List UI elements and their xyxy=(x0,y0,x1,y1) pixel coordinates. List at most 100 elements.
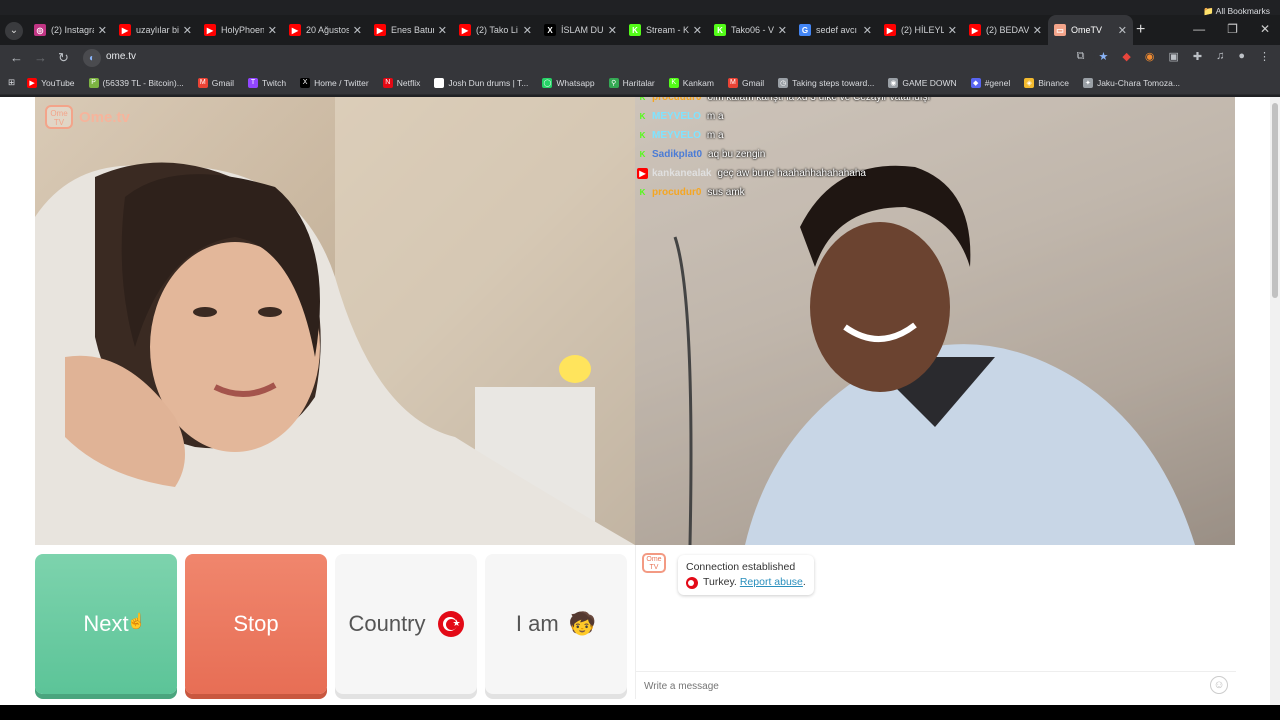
ometv-page: Ome TV Ome.tv Kprocudur0 olm kafam karışt… xyxy=(0,97,1270,705)
all-bookmarks-folder[interactable]: 📁 All Bookmarks xyxy=(1203,6,1270,17)
bookmark-label: (56339 TL - Bitcoin)... xyxy=(102,77,184,88)
tab-close-icon[interactable]: ✕ xyxy=(608,24,617,37)
kick-icon: K xyxy=(639,131,646,140)
bookmark-item[interactable]: ◷ Taking steps toward... xyxy=(778,77,874,88)
browser-tab[interactable]: ▶ (2) Tako Li ✕ xyxy=(453,15,538,45)
menu-kebab-icon[interactable]: ⋮ xyxy=(1259,50,1270,63)
message-input[interactable] xyxy=(642,677,1202,695)
address-bar[interactable]: ◐ ome.tv xyxy=(80,47,1095,69)
tab-favicon-icon: K xyxy=(629,24,641,36)
browser-tab[interactable]: K Stream - K ✕ xyxy=(623,15,708,45)
profile-avatar-icon[interactable]: ● xyxy=(1238,50,1245,63)
bookmark-favicon-icon: P xyxy=(88,77,99,88)
bookmark-star-icon[interactable]: ★ xyxy=(1099,50,1109,63)
bookmark-item[interactable]: ⚲ Haritalar xyxy=(608,77,655,88)
chat-username: MEYVELO xyxy=(652,111,701,122)
new-tab-plus-icon[interactable]: + xyxy=(1136,21,1145,39)
extension-icon[interactable]: ▣ xyxy=(1168,50,1178,63)
reload-icon[interactable]: ↻ xyxy=(58,50,69,66)
bookmark-item[interactable]: ◈ Binance xyxy=(1024,77,1069,88)
forward-arrow-icon[interactable]: → xyxy=(34,50,47,65)
bookmark-label: Haritalar xyxy=(622,77,655,88)
tab-favicon-icon: ▭ xyxy=(1054,24,1066,36)
bookmark-item[interactable]: ◯ Whatsapp xyxy=(542,77,595,88)
tab-close-icon[interactable]: ✕ xyxy=(948,24,957,37)
tab-favicon-icon: ▶ xyxy=(969,24,981,36)
stream-chat-overlay: Kprocudur0 olm kafam karıştı la xd 3 ülke… xyxy=(637,97,937,205)
next-button[interactable]: Next xyxy=(35,554,177,694)
system-message: Ome TV Connection established Turkey. Rep… xyxy=(642,553,814,595)
chat-username: Sadikplat0 xyxy=(652,149,703,160)
report-abuse-link[interactable]: Report abuse xyxy=(740,575,803,590)
tab-close-icon[interactable]: ✕ xyxy=(353,24,362,37)
bookmark-label: GAME DOWN xyxy=(902,77,957,88)
extension-icon[interactable]: ◉ xyxy=(1145,50,1155,63)
tab-close-icon[interactable]: ✕ xyxy=(693,24,702,37)
stop-button[interactable]: Stop xyxy=(185,554,327,694)
extension-icon[interactable]: ◆ xyxy=(1122,50,1130,63)
bookmark-item[interactable]: M Gmail xyxy=(197,77,234,88)
chat-username: kankanealak xyxy=(652,168,712,179)
tab-title: sedef avcı xyxy=(816,25,858,35)
bookmark-item[interactable]: ✦ Jaku-Chara Tomoza... xyxy=(1082,77,1180,88)
back-arrow-icon[interactable]: ← xyxy=(10,50,23,65)
bookmark-item[interactable]: N Netflix xyxy=(382,77,421,88)
tab-search-chevron-icon[interactable]: ⌄ xyxy=(5,22,23,40)
browser-tab[interactable]: ▶ (2) HİLEYL ✕ xyxy=(878,15,963,45)
tab-close-icon[interactable]: ✕ xyxy=(438,24,447,37)
tab-close-icon[interactable]: ✕ xyxy=(1118,24,1127,37)
extensions-puzzle-icon[interactable]: ✚ xyxy=(1193,50,1202,63)
message-input-row: ☺ xyxy=(636,671,1236,699)
browser-tab[interactable]: ◎ (2) Instagra ✕ xyxy=(28,15,113,45)
ometv-logo[interactable]: Ome TV Ome.tv xyxy=(45,105,130,129)
page-scrollbar[interactable] xyxy=(1270,97,1280,705)
tab-close-icon[interactable]: ✕ xyxy=(523,24,532,37)
browser-tab[interactable]: ▶ uzaylılar bi ✕ xyxy=(113,15,198,45)
kick-icon: K xyxy=(639,97,646,102)
report-suffix: . xyxy=(802,576,806,588)
close-window-icon[interactable]: ✕ xyxy=(1260,22,1270,36)
tab-close-icon[interactable]: ✕ xyxy=(778,24,787,37)
bookmark-item[interactable]: P (56339 TL - Bitcoin)... xyxy=(88,77,184,88)
browser-tab[interactable]: K Tako06 - V ✕ xyxy=(708,15,793,45)
gender-button[interactable]: I am 🧒 xyxy=(485,554,627,694)
bottom-strip xyxy=(0,705,1280,720)
tab-close-icon[interactable]: ✕ xyxy=(268,24,277,37)
boy-face-icon: 🧒 xyxy=(568,611,597,636)
stream-chat-line: Kprocudur0 sus amk xyxy=(637,186,937,199)
scrollbar-thumb[interactable] xyxy=(1272,103,1278,298)
browser-tab[interactable]: X İSLAM DU ✕ xyxy=(538,15,623,45)
bookmark-item[interactable]: ♪ Josh Dun drums | T... xyxy=(434,77,529,88)
country-button[interactable]: Country ★ xyxy=(335,554,477,694)
turkey-flag-icon: ★ xyxy=(437,611,464,637)
bookmarks-bar: ⊞ ▶ YouTube P (56339 TL - Bitcoin)... M Gmail… xyxy=(0,71,1280,95)
browser-tab[interactable]: ▭ OmeTV ✕ xyxy=(1048,15,1133,45)
emoji-icon[interactable]: ☺ xyxy=(1210,676,1228,694)
bookmark-item[interactable]: T Twitch xyxy=(248,77,286,88)
install-app-icon[interactable]: ⧉ xyxy=(1077,50,1085,63)
browser-tab[interactable]: ▶ (2) BEDAV ✕ xyxy=(963,15,1048,45)
browser-tab[interactable]: ▶ Enes Batur ✕ xyxy=(368,15,453,45)
tab-close-icon[interactable]: ✕ xyxy=(1033,24,1042,37)
connection-bubble: Connection established Turkey. Report ab… xyxy=(678,555,814,595)
bookmark-item[interactable]: ◉ GAME DOWN xyxy=(888,77,957,88)
bookmark-item[interactable]: M Gmail xyxy=(727,77,764,88)
restore-icon[interactable]: ❐ xyxy=(1227,22,1238,36)
minimize-icon[interactable]: — xyxy=(1193,22,1205,36)
tab-close-icon[interactable]: ✕ xyxy=(98,24,107,37)
browser-tab[interactable]: ▶ HolyPhoen ✕ xyxy=(198,15,283,45)
media-controls-icon[interactable]: ♫ xyxy=(1216,50,1224,63)
bookmark-item[interactable]: K Kankam xyxy=(668,77,714,88)
browser-tab[interactable]: ▶ 20 Ağustos ✕ xyxy=(283,15,368,45)
bookmark-label: Josh Dun drums | T... xyxy=(448,77,529,88)
browser-tab[interactable]: Gsedef avcı ✕ xyxy=(793,15,878,45)
bookmark-item[interactable]: ◆ #genel xyxy=(970,77,1010,88)
tab-close-icon[interactable]: ✕ xyxy=(183,24,192,37)
tab-close-icon[interactable]: ✕ xyxy=(863,24,872,37)
bookmark-item[interactable]: ▶ YouTube xyxy=(27,77,75,88)
apps-grid-icon[interactable]: ⊞ xyxy=(8,77,15,88)
bookmark-label: Netflix xyxy=(396,77,421,88)
site-info-icon[interactable]: ◐ xyxy=(83,49,101,67)
bookmark-item[interactable]: X Home / Twitter xyxy=(300,77,369,88)
chat-username: MEYVELO xyxy=(652,130,701,141)
